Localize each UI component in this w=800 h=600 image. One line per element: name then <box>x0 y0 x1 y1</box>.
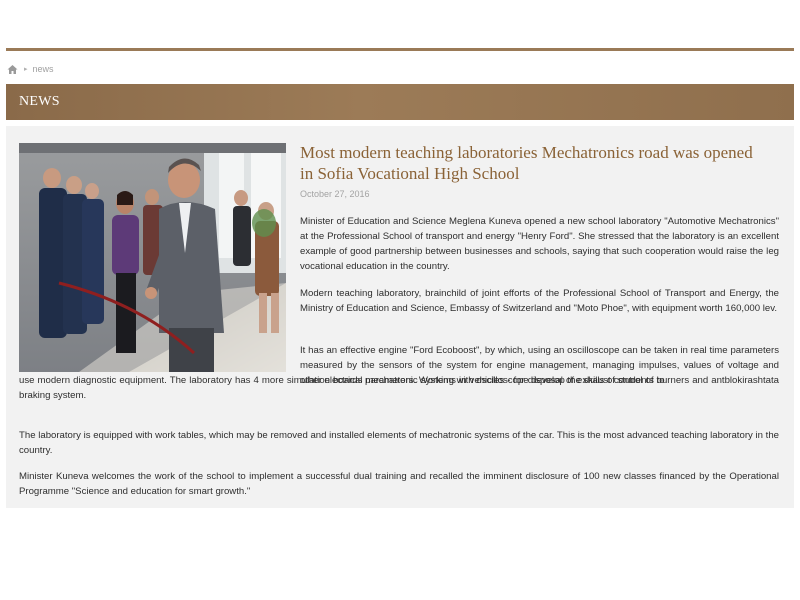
breadcrumb-news[interactable]: news <box>33 64 54 74</box>
article-paragraph-4: The laboratory is equipped with work tab… <box>19 430 779 456</box>
article-date: October 27, 2016 <box>300 189 370 199</box>
breadcrumb-separator: ▸ <box>24 66 28 73</box>
article-panel: Most modern teaching laboratories Mechat… <box>6 126 794 508</box>
article-paragraph-1: Minister of Education and Science Meglen… <box>300 216 779 272</box>
article-paragraph-2: Modern teaching laboratory, brainchild o… <box>300 288 779 314</box>
home-icon[interactable] <box>7 64 18 75</box>
section-header: NEWS <box>6 84 794 120</box>
top-divider <box>6 48 794 51</box>
breadcrumb: ▸ news <box>7 63 54 75</box>
article-paragraph-5: Minister Kuneva welcomes the work of the… <box>19 471 779 497</box>
article-title[interactable]: Most modern teaching laboratories Mechat… <box>300 142 770 184</box>
article-paragraph-3-continued: use modern diagnostic equipment. The lab… <box>19 375 779 401</box>
article-photo <box>19 143 286 372</box>
section-title: NEWS <box>19 94 60 109</box>
